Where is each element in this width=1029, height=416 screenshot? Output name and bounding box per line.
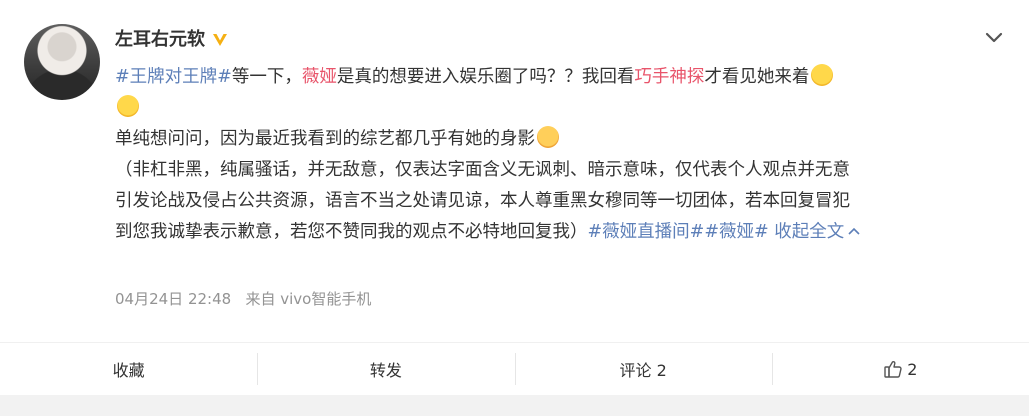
topic-link[interactable]: #王牌对王牌# bbox=[115, 67, 232, 87]
content-line: #王牌对王牌#等一下，薇娅是真的想要进入娱乐圈了吗？？我回看巧手神探才看见她来着 bbox=[115, 62, 975, 93]
verified-v-icon bbox=[213, 34, 227, 46]
topic-link[interactable]: #薇娅直播间# bbox=[588, 222, 705, 242]
content-line: 单纯想问问，因为最近我看到的综艺都几乎有她的身影 bbox=[115, 124, 975, 155]
content-line: 到您我诚挚表示歉意，若您不赞同我的观点不必特地回复我）#薇娅直播间##薇娅# 收… bbox=[115, 217, 975, 248]
like-count: 2 bbox=[907, 359, 918, 379]
content-line bbox=[115, 93, 975, 124]
like-button[interactable]: 2 bbox=[771, 343, 1029, 395]
drool-emoji bbox=[537, 126, 559, 148]
content-text: 引发论战及侵占公共资源，语言不当之处请见谅，本人尊重黑女穆同等一切团体，若本回复… bbox=[115, 191, 850, 211]
repost-label: 转发 bbox=[369, 361, 402, 380]
content-line: 引发论战及侵占公共资源，语言不当之处请见谅，本人尊重黑女穆同等一切团体，若本回复… bbox=[115, 186, 975, 217]
comment-label: 评论 2 bbox=[619, 361, 667, 380]
mention-link[interactable]: 巧手神探 bbox=[634, 67, 704, 87]
thumbs-up-icon bbox=[884, 360, 902, 378]
timestamp[interactable]: 04月24日 22:48 bbox=[115, 290, 231, 308]
mention-link[interactable]: 薇娅 bbox=[302, 67, 337, 87]
chevron-up-icon[interactable] bbox=[847, 226, 861, 236]
post-source: 来自 vivo智能手机 bbox=[245, 290, 372, 308]
content-text: 是真的想要进入娱乐圈了吗？？我回看 bbox=[336, 67, 635, 87]
footer-band bbox=[0, 395, 1029, 416]
post-content: #王牌对王牌#等一下，薇娅是真的想要进入娱乐圈了吗？？我回看巧手神探才看见她来着… bbox=[115, 62, 975, 248]
chevron-down-icon[interactable] bbox=[984, 31, 1004, 45]
topic-link[interactable]: #薇娅# bbox=[704, 222, 768, 242]
username[interactable]: 左耳右元软 bbox=[115, 27, 205, 53]
collect-button[interactable]: 收藏 bbox=[0, 343, 257, 395]
action-bar: 收藏 转发 评论 2 2 bbox=[0, 343, 1029, 395]
post-header: 左耳右元软 bbox=[115, 27, 229, 53]
content-text: 等一下， bbox=[231, 67, 302, 87]
weibo-post-card: 左耳右元软 #王牌对王牌#等一下，薇娅是真的想要进入娱乐圈了吗？？我回看巧手神探… bbox=[0, 0, 1029, 416]
repost-button[interactable]: 转发 bbox=[257, 343, 514, 395]
comment-button[interactable]: 评论 2 bbox=[514, 343, 772, 395]
avatar[interactable] bbox=[24, 24, 100, 100]
collect-label: 收藏 bbox=[112, 361, 145, 380]
content-text: （非杠非黑，纯属骚话，并无敌意，仅表达字面含义无讽刺、暗示意味，仅代表个人观点并… bbox=[115, 160, 850, 180]
content-text: 到您我诚挚表示歉意，若您不赞同我的观点不必特地回复我） bbox=[115, 222, 588, 242]
collapse-link[interactable]: 收起全文 bbox=[774, 222, 844, 242]
post-meta: 04月24日 22:48 来自 vivo智能手机 bbox=[115, 288, 371, 310]
content-line: （非杠非黑，纯属骚话，并无敌意，仅表达字面含义无讽刺、暗示意味，仅代表个人观点并… bbox=[115, 155, 975, 186]
laugh-cry-emoji bbox=[811, 64, 834, 86]
laugh-cry-emoji bbox=[117, 95, 139, 117]
content-text: 才看见她来着 bbox=[704, 67, 810, 87]
content-text: 单纯想问问，因为最近我看到的综艺都几乎有她的身影 bbox=[115, 129, 535, 149]
